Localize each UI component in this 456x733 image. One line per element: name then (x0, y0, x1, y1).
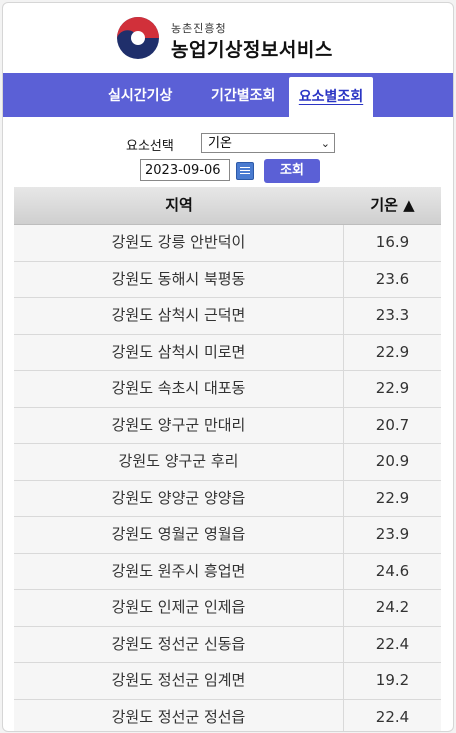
table-row[interactable]: 강원도 영월군 영월읍 23.9 (14, 517, 441, 554)
temperature-cell: 19.2 (375, 671, 410, 689)
region-cell: 강원도 정선군 신동읍 (14, 626, 344, 662)
chevron-down-icon: ⌄ (320, 137, 330, 150)
temperature-cell: 22.4 (375, 634, 410, 653)
table-row[interactable]: 강원도 속초시 대포동 22.9 (14, 371, 441, 408)
region-cell: 강원도 원주시 흥업면 (14, 553, 344, 589)
temperature-cell: 24.6 (375, 561, 410, 580)
table-row[interactable]: 강원도 인제군 인제읍 24.2 (14, 590, 441, 627)
temperature-cell: 20.9 (375, 452, 410, 470)
results-table: 지역 기온 ▲ 강원도 강릉 안반덕이 16.9 강원도 동해시 북평동 23.6 강원… (14, 187, 441, 731)
search-button[interactable]: 조회 (264, 159, 320, 183)
table-row[interactable]: 강원도 삼척시 근덕면 23.3 (14, 298, 441, 335)
app-frame: 농촌진흥청 농업기상정보서비스 실시간기상 기간별조회 요소별조회 요소선택 기… (2, 2, 454, 732)
column-header-temperature-sort[interactable]: 기온 ▲ (344, 187, 441, 224)
header: 농촌진흥청 농업기상정보서비스 (3, 3, 453, 73)
region-cell: 강원도 영월군 영월읍 (14, 517, 344, 553)
table-row[interactable]: 강원도 양구군 만대리 20.7 (14, 407, 441, 444)
temperature-cell: 22.4 (375, 707, 410, 726)
tab-realtime-weather[interactable]: 실시간기상 (108, 85, 172, 105)
table-row[interactable]: 강원도 삼척시 미로면 22.9 (14, 334, 441, 371)
org-subtitle: 농촌진흥청 (171, 22, 227, 35)
temperature-cell: 16.9 (375, 233, 410, 251)
tab-element-search-label: 요소별조회 (298, 89, 364, 105)
region-cell: 강원도 속초시 대포동 (14, 371, 344, 407)
table-row[interactable]: 강원도 원주시 흥업면 24.6 (14, 553, 441, 590)
tab-bar: 실시간기상 기간별조회 요소별조회 (3, 73, 453, 117)
table-row[interactable]: 강원도 정선군 신동읍 22.4 (14, 626, 441, 663)
temperature-cell: 20.7 (375, 415, 410, 434)
region-cell: 강원도 삼척시 근덕면 (14, 298, 344, 334)
region-cell: 강원도 정선군 정선읍 (14, 699, 344, 731)
temperature-cell: 24.2 (375, 598, 410, 616)
org-name: 농업기상정보서비스 (171, 39, 333, 61)
temperature-cell: 23.6 (375, 269, 410, 288)
region-cell: 강원도 인제군 인제읍 (14, 590, 344, 626)
temperature-cell: 22.9 (375, 342, 410, 361)
column-header-region: 지역 (165, 196, 193, 214)
temperature-cell: 22.9 (375, 379, 410, 397)
region-cell: 강원도 동해시 북평동 (14, 261, 344, 297)
temperature-cell: 23.9 (375, 525, 410, 543)
date-input[interactable]: 2023-09-06 (140, 159, 230, 181)
temperature-cell: 23.3 (375, 306, 410, 324)
region-cell: 강원도 양양군 양양읍 (14, 480, 344, 516)
region-cell: 강원도 양구군 만대리 (14, 407, 344, 443)
element-select[interactable]: 기온 ⌄ (201, 133, 335, 153)
tab-period-search[interactable]: 기간별조회 (211, 85, 275, 105)
element-select-value: 기온 (208, 136, 232, 151)
element-select-label: 요소선택 (126, 139, 174, 154)
region-cell: 강원도 정선군 임계면 (14, 663, 344, 699)
temperature-cell: 22.9 (375, 488, 410, 507)
table-row[interactable]: 강원도 양구군 후리 20.9 (14, 444, 441, 481)
rda-logo-icon (117, 17, 159, 59)
table-row[interactable]: 강원도 동해시 북평동 23.6 (14, 261, 441, 298)
region-cell: 강원도 삼척시 미로면 (14, 334, 344, 370)
table-row[interactable]: 강원도 정선군 임계면 19.2 (14, 663, 441, 700)
table-row[interactable]: 강원도 강릉 안반덕이 16.9 (14, 225, 441, 262)
region-cell: 강원도 강릉 안반덕이 (14, 225, 344, 261)
table-header: 지역 기온 ▲ (14, 187, 441, 225)
table-row[interactable]: 강원도 정선군 정선읍 22.4 (14, 699, 441, 731)
table-row[interactable]: 강원도 양양군 양양읍 22.9 (14, 480, 441, 517)
tab-element-search[interactable]: 요소별조회 (289, 77, 373, 117)
region-cell: 강원도 양구군 후리 (14, 444, 344, 480)
calendar-icon[interactable] (236, 162, 254, 180)
table-body: 강원도 강릉 안반덕이 16.9 강원도 동해시 북평동 23.6 강원도 삼척시 근덕… (14, 225, 441, 731)
